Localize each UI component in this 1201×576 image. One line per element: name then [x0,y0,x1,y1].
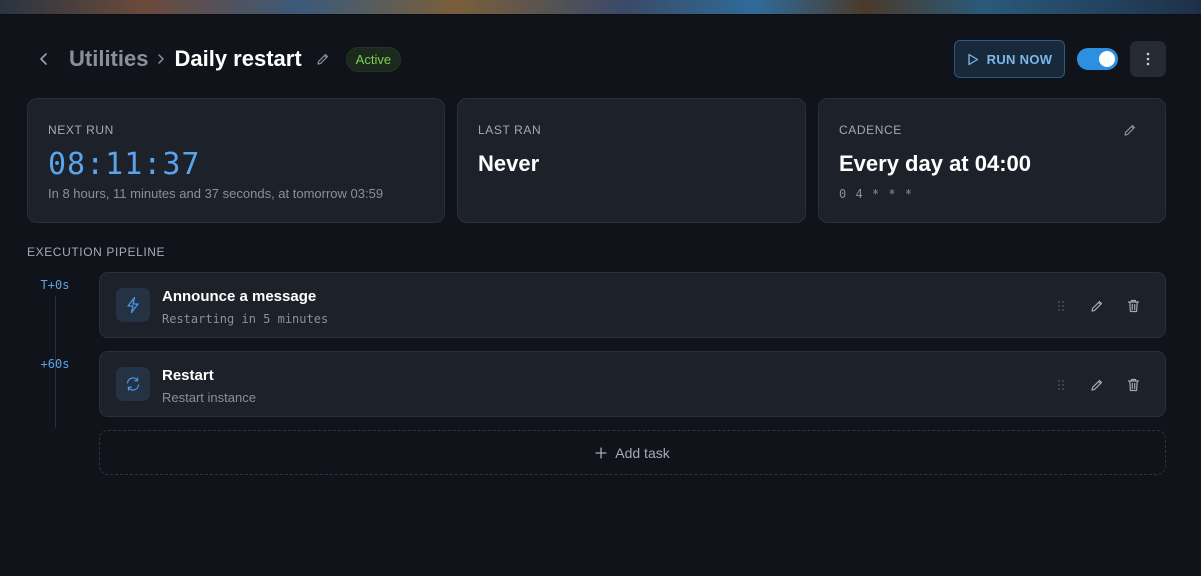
edit-task-button[interactable] [1087,296,1107,316]
chevron-left-icon [40,53,47,65]
trash-icon [1127,378,1139,392]
status-badge: Active [345,46,402,72]
timeline-offset: +60s [40,357,70,371]
cadence-card: CADENCE Every day at 04:00 0 4 * * * [818,98,1166,223]
pencil-icon [1091,300,1103,312]
back-button[interactable] [28,43,60,75]
run-now-label: RUN NOW [986,51,1053,67]
next-run-card: NEXT RUN 08:11:37 In 8 hours, 11 minutes… [27,98,445,223]
task-actions [1051,296,1143,316]
cadence-label: CADENCE [839,123,902,137]
task-title: Announce a message [162,288,317,305]
task-actions [1051,375,1143,395]
trash-icon [1127,299,1139,313]
pencil-icon [1124,124,1136,136]
next-run-label: NEXT RUN [48,123,114,137]
edit-task-button[interactable] [1087,375,1107,395]
breadcrumb-parent[interactable]: Utilities [69,46,148,72]
refresh-icon [116,367,150,401]
drag-handle-icon [1058,380,1064,390]
edit-cadence-button[interactable] [1121,121,1139,139]
plus-icon [595,446,607,459]
play-icon [968,53,978,65]
last-ran-label: LAST RAN [478,123,542,137]
cadence-value: Every day at 04:00 [839,151,1032,176]
header-actions: RUN NOW [954,40,1166,78]
enabled-toggle[interactable] [1077,48,1118,70]
task-subtitle: Restart instance [162,390,256,405]
last-ran-card: LAST RAN Never [457,98,806,223]
pencil-icon [1091,379,1103,391]
add-task-button[interactable]: Add task [99,430,1166,475]
more-options-button[interactable] [1130,41,1166,77]
add-task-label: Add task [615,444,670,461]
drag-handle-icon [1058,301,1064,311]
more-vertical-icon [1146,52,1150,66]
chevron-right-icon [152,53,170,65]
task-subtitle: Restarting in 5 minutes [162,312,329,326]
cadence-cron: 0 4 * * * [839,187,914,201]
run-now-button[interactable]: RUN NOW [954,40,1065,78]
toggle-knob [1099,51,1115,67]
delete-task-button[interactable] [1123,375,1143,395]
next-run-countdown: 08:11:37 [48,147,201,182]
pipeline-task[interactable]: Restart Restart instance [99,351,1166,417]
header-banner-image [0,0,1201,15]
pencil-icon [317,53,328,65]
lightning-icon [116,288,150,322]
last-ran-value: Never [478,151,540,176]
pipeline-title: EXECUTION PIPELINE [27,245,166,259]
timeline-offset: T+0s [40,278,70,292]
page-title: Daily restart [174,46,302,71]
task-title: Restart [162,367,214,384]
edit-title-button[interactable] [312,48,334,70]
delete-task-button[interactable] [1123,296,1143,316]
drag-handle[interactable] [1051,296,1071,316]
drag-handle[interactable] [1051,375,1071,395]
pipeline-task[interactable]: Announce a message Restarting in 5 minut… [99,272,1166,338]
page-header: Utilities Daily restart Active RUN NOW [28,40,1166,78]
next-run-detail: In 8 hours, 11 minutes and 37 seconds, a… [48,186,384,201]
